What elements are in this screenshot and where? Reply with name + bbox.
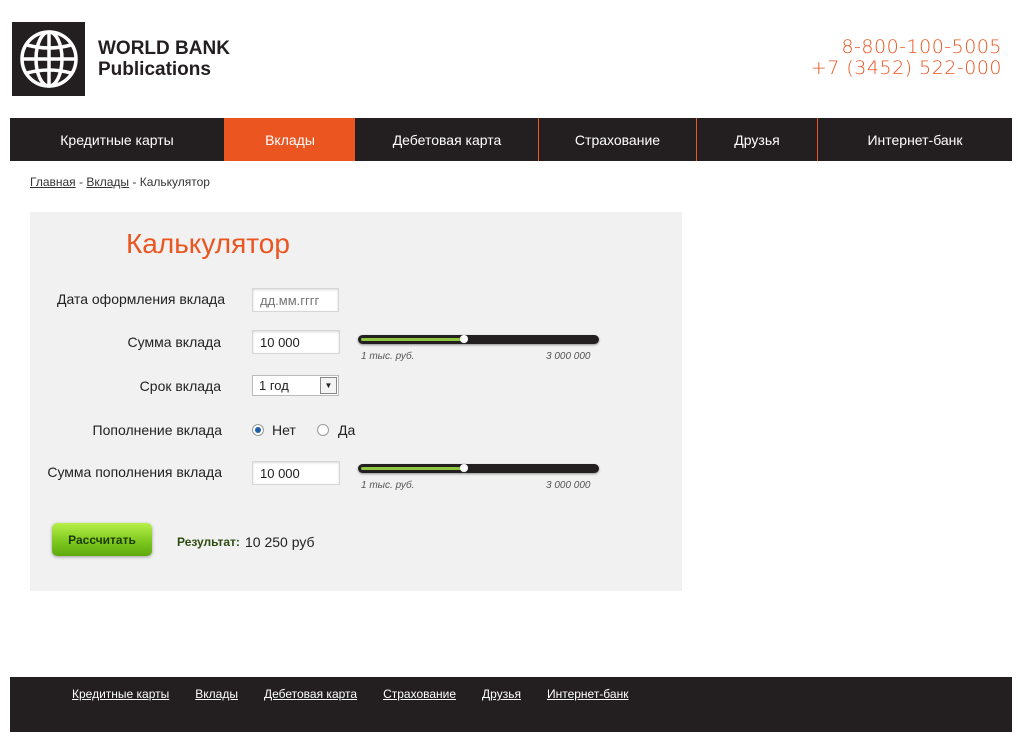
breadcrumb-separator: -: [75, 175, 87, 189]
amount-slider-fill: [361, 338, 465, 341]
main-nav: Кредитные карты Вклады Дебетовая карта С…: [10, 118, 1012, 161]
phone-2: +7 (3452) 522-000: [810, 57, 1002, 79]
amount-slider-thumb[interactable]: [460, 335, 469, 343]
logo-line2: Publications: [98, 59, 211, 80]
calculator-panel: Калькулятор Дата оформления вклада Сумма…: [30, 212, 682, 591]
amount-slider[interactable]: [358, 335, 599, 344]
breadcrumb-separator: -: [129, 175, 140, 189]
footer-link-debit-card[interactable]: Дебетовая карта: [264, 687, 357, 701]
footer-link-deposits[interactable]: Вклады: [195, 687, 238, 701]
footer-link-internet-bank[interactable]: Интернет-банк: [547, 687, 629, 701]
term-value: 1 год: [259, 378, 289, 393]
calculator-title: Калькулятор: [126, 228, 290, 259]
topup-slider-thumb[interactable]: [460, 464, 469, 472]
footer: Кредитные карты Вклады Дебетовая карта С…: [10, 677, 1012, 732]
topup-yes-radio[interactable]: [317, 424, 329, 436]
chevron-down-icon[interactable]: ▼: [320, 377, 337, 394]
amount-input[interactable]: [252, 330, 340, 354]
result-value: 10 250 руб: [245, 534, 315, 550]
topup-amount-input[interactable]: [252, 461, 340, 485]
logo-line1: WORLD BANK: [98, 38, 230, 59]
topup-slider[interactable]: [358, 464, 599, 473]
amount-label: Сумма вклада: [127, 334, 221, 350]
logo-text: WORLD BANK Publications: [98, 38, 230, 80]
calculate-button[interactable]: Рассчитать: [52, 523, 152, 556]
nav-item-friends[interactable]: Друзья: [697, 118, 818, 161]
topup-label: Пополнение вклада: [92, 422, 222, 438]
topup-slider-fill: [361, 467, 465, 470]
footer-nav: Кредитные карты Вклады Дебетовая карта С…: [72, 687, 654, 701]
term-select[interactable]: 1 год ▼: [252, 375, 339, 396]
topup-amount-label: Сумма пополнения вклада: [47, 464, 222, 480]
topup-yes-label: Да: [338, 422, 356, 438]
footer-link-insurance[interactable]: Страхование: [383, 687, 456, 701]
nav-item-credit-cards[interactable]: Кредитные карты: [10, 118, 225, 161]
topup-slider-min: 1 тыс. руб.: [361, 480, 415, 491]
phone-numbers: 8-800-100-5005 +7 (3452) 522-000: [811, 37, 1002, 79]
breadcrumb-current: Калькулятор: [139, 175, 210, 189]
breadcrumb-deposits[interactable]: Вклады: [86, 175, 129, 189]
amount-slider-min: 1 тыс. руб.: [361, 351, 415, 362]
nav-item-debit-card[interactable]: Дебетовая карта: [356, 118, 539, 161]
date-label: Дата оформления вклада: [57, 291, 225, 307]
footer-link-credit-cards[interactable]: Кредитные карты: [72, 687, 169, 701]
nav-item-insurance[interactable]: Страхование: [539, 118, 697, 161]
footer-link-friends[interactable]: Друзья: [482, 687, 521, 701]
amount-slider-max: 3 000 000: [546, 351, 591, 362]
topup-slider-max: 3 000 000: [546, 480, 591, 491]
result-label: Результат:: [177, 535, 240, 549]
breadcrumb-home[interactable]: Главная: [30, 175, 76, 189]
term-label: Срок вклада: [139, 378, 221, 394]
globe-icon: [12, 22, 85, 96]
topup-no-label: Нет: [272, 422, 296, 438]
breadcrumb: Главная - Вклады - Калькулятор: [30, 175, 210, 189]
phone-1: 8-800-100-5005: [841, 36, 1002, 58]
nav-item-internet-bank[interactable]: Интернет-банк: [818, 118, 1012, 161]
logo[interactable]: WORLD BANK Publications: [12, 22, 230, 96]
nav-item-deposits[interactable]: Вклады: [225, 118, 356, 161]
date-input[interactable]: [252, 288, 339, 312]
topup-no-radio[interactable]: [252, 424, 264, 436]
